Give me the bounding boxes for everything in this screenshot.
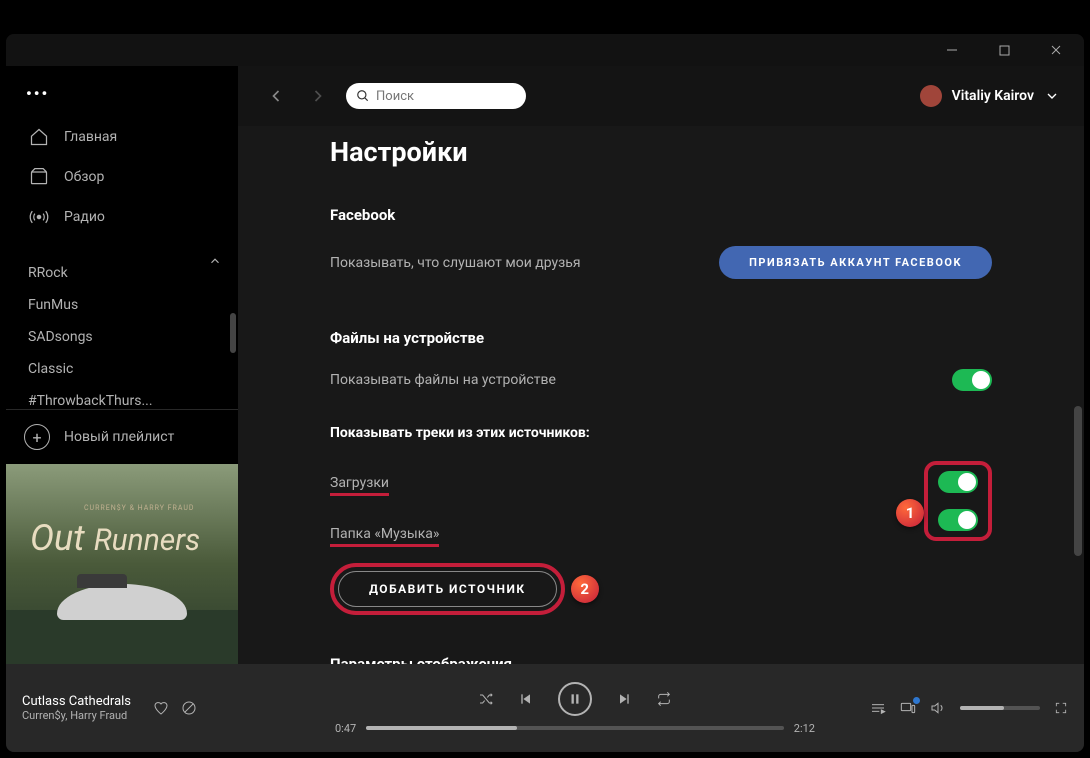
fullscreen-icon[interactable] <box>1054 701 1068 715</box>
annotation-marker-2: 2 <box>571 575 599 603</box>
playlist-item[interactable]: #ThrowbackThurs... <box>6 385 238 409</box>
browse-icon <box>28 166 50 188</box>
source-row-music: Папка «Музыка» <box>330 526 924 547</box>
boat-graphic <box>57 584 187 620</box>
volume-slider[interactable] <box>960 706 1040 710</box>
playlist-item[interactable]: Classic <box>6 353 238 385</box>
album-artist-line: CURREN$Y & HARRY FRAUD <box>84 504 195 512</box>
track-title: Cutlass Cathedrals <box>22 694 131 709</box>
chevron-up-icon[interactable] <box>208 257 222 272</box>
minimize-button[interactable] <box>932 36 972 64</box>
right-controls <box>828 700 1068 716</box>
facebook-heading: Facebook <box>330 206 992 224</box>
titlebar <box>6 34 1084 66</box>
annotation-marker-1: 1 <box>896 499 924 527</box>
heart-icon[interactable] <box>153 700 169 716</box>
album-title: Out Runners <box>30 522 200 554</box>
nav-radio-label: Радио <box>64 209 105 225</box>
user-menu[interactable]: Vitaliy Kairov <box>920 85 1060 107</box>
playlist-scrollbar[interactable] <box>230 313 236 353</box>
source-row-downloads: Загрузки <box>330 475 924 496</box>
user-name: Vitaliy Kairov <box>952 88 1034 104</box>
topbar: Vitaliy Kairov <box>238 66 1084 126</box>
home-icon <box>28 126 50 148</box>
queue-icon[interactable] <box>870 700 886 716</box>
radio-icon <box>28 206 50 228</box>
plus-icon: + <box>24 424 50 450</box>
nav-browse-label: Обзор <box>64 169 104 185</box>
playlist-item[interactable]: SADsongs <box>6 321 238 353</box>
nav-section: Главная Обзор Радио <box>6 111 238 243</box>
settings-body: Настройки Facebook Показывать, что слуша… <box>238 126 1084 664</box>
nav-browse[interactable]: Обзор <box>18 157 226 197</box>
back-button[interactable] <box>262 82 290 110</box>
toggles-highlight: 1 <box>924 461 992 541</box>
previous-button[interactable] <box>518 691 534 707</box>
repeat-button[interactable] <box>656 691 672 707</box>
pause-button[interactable] <box>558 682 592 716</box>
player-bar: Cutlass Cathedrals Curren$y, Harry Fraud… <box>6 664 1084 752</box>
track-info[interactable]: Cutlass Cathedrals Curren$y, Harry Fraud <box>22 694 131 722</box>
local-files-heading: Файлы на устройстве <box>330 329 992 347</box>
show-local-toggle[interactable] <box>952 369 992 391</box>
time-elapsed: 0:47 <box>335 722 356 735</box>
page-title: Настройки <box>330 136 992 168</box>
search-input[interactable] <box>376 89 542 104</box>
nav-home-label: Главная <box>64 129 117 145</box>
playlist-item[interactable]: RRock <box>6 257 238 289</box>
sidebar: ••• Главная Обзор Радио RRock FunMus <box>6 66 238 664</box>
track-artist: Curren$y, Harry Fraud <box>22 709 131 722</box>
nav-home[interactable]: Главная <box>18 117 226 157</box>
facebook-link-button[interactable]: ПРИВЯЗАТЬ АККАУНТ FACEBOOK <box>719 246 992 279</box>
seek-bar[interactable] <box>366 726 784 730</box>
search-icon <box>356 89 370 103</box>
now-playing: Cutlass Cathedrals Curren$y, Harry Fraud <box>22 694 322 722</box>
more-menu-button[interactable]: ••• <box>6 66 238 111</box>
source-downloads-toggle[interactable] <box>938 471 978 493</box>
source-music-label: Папка «Музыка» <box>330 526 439 547</box>
display-heading: Параметры отображения <box>330 655 992 664</box>
show-local-row: Показывать файлы на устройстве <box>330 365 992 395</box>
app-window: ••• Главная Обзор Радио RRock FunMus <box>6 34 1084 752</box>
facebook-row: Показывать, что слушают мои друзья ПРИВЯ… <box>330 242 992 283</box>
sources-label: Показывать треки из этих источников: <box>330 425 992 441</box>
main-area: ••• Главная Обзор Радио RRock FunMus <box>6 66 1084 664</box>
add-source-button[interactable]: ДОБАВИТЬ ИСТОЧНИК <box>338 571 557 607</box>
ban-icon[interactable] <box>181 700 197 716</box>
shuffle-button[interactable] <box>478 691 494 707</box>
devices-icon[interactable] <box>900 700 916 716</box>
source-downloads-label: Загрузки <box>330 475 389 496</box>
chevron-down-icon <box>1044 88 1060 104</box>
progress-bar: 0:47 2:12 <box>335 722 815 735</box>
forward-button[interactable] <box>304 82 332 110</box>
playlist-section: RRock FunMus SADsongs Classic #Throwback… <box>6 257 238 409</box>
facebook-desc: Показывать, что слушают мои друзья <box>330 255 581 271</box>
time-total: 2:12 <box>794 722 815 735</box>
show-local-label: Показывать файлы на устройстве <box>330 372 556 388</box>
source-music-toggle[interactable] <box>938 509 978 531</box>
maximize-button[interactable] <box>984 36 1024 64</box>
content-scrollbar[interactable] <box>1074 406 1082 556</box>
new-playlist-label: Новый плейлист <box>64 429 174 445</box>
close-button[interactable] <box>1036 36 1076 64</box>
playlist-item[interactable]: FunMus <box>6 289 238 321</box>
new-playlist-button[interactable]: + Новый плейлист <box>6 409 238 464</box>
nav-radio[interactable]: Радио <box>18 197 226 237</box>
content-area: Vitaliy Kairov Настройки Facebook Показы… <box>238 66 1084 664</box>
album-art[interactable]: CURREN$Y & HARRY FRAUD Out Runners <box>6 464 238 664</box>
next-button[interactable] <box>616 691 632 707</box>
player-controls: 0:47 2:12 <box>322 682 828 735</box>
avatar <box>920 85 942 107</box>
search-box[interactable] <box>346 83 526 109</box>
add-source-highlight: ДОБАВИТЬ ИСТОЧНИК 2 <box>330 563 599 615</box>
volume-icon[interactable] <box>930 700 946 716</box>
